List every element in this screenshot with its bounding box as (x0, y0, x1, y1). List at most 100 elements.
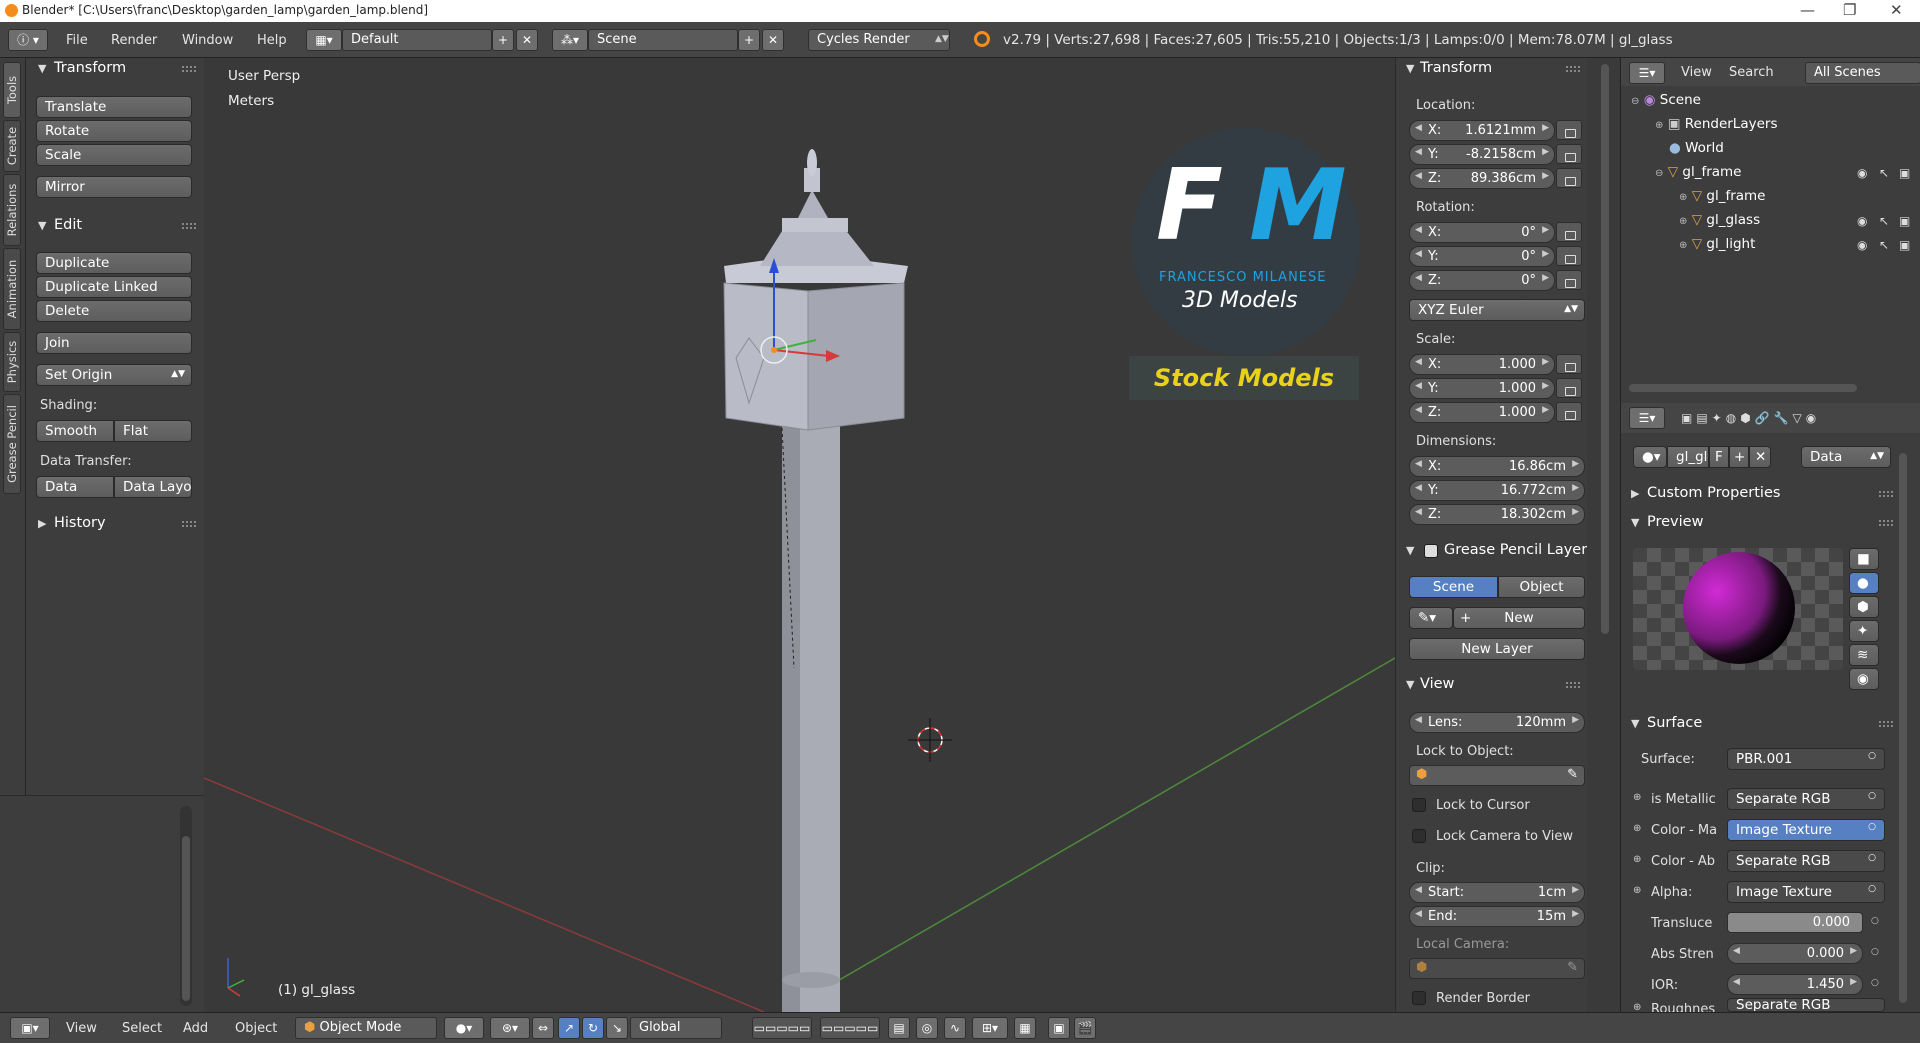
3d-viewport[interactable]: User Persp Meters (1) gl_glass F M FRANC… (204, 58, 1395, 1012)
dimensions-z-field[interactable]: ◀ Z: 18.302cm ▶ (1409, 504, 1585, 525)
preview-header[interactable]: ▼ Preview (1621, 512, 1901, 534)
preview-flat-icon[interactable]: ■ (1849, 548, 1879, 570)
lock-to-cursor-checkbox[interactable] (1412, 798, 1426, 812)
close-button[interactable]: ✕ (1890, 1, 1903, 19)
remove-layout-icon[interactable]: ✕ (516, 29, 538, 51)
rotation-y-field[interactable]: ◀ Y: 0° ▶ (1409, 246, 1555, 267)
outliner-item-gl-frame-child[interactable]: ⊕ ▽ gl_frame (1679, 188, 1765, 204)
tab-physics[interactable]: Physics (3, 332, 21, 392)
add-layout-icon[interactable]: + (492, 29, 514, 51)
drag-handle-icon[interactable] (182, 521, 196, 527)
lock-icon[interactable] (1556, 402, 1582, 422)
outliner-editor-icon[interactable]: ☰▾ (1629, 62, 1665, 84)
rotation-mode-select[interactable]: XYZ Euler ▲▼ (1409, 299, 1585, 321)
select-cursor-icon[interactable]: ↖ (1879, 238, 1889, 252)
render-camera-icon[interactable]: ▣ (1899, 238, 1910, 252)
menu-file[interactable]: File (66, 33, 88, 48)
drag-handle-icon[interactable] (1879, 721, 1893, 727)
editor-type-info-icon[interactable]: ⓘ ▾ (8, 29, 48, 51)
scale-button[interactable]: Scale (36, 144, 192, 166)
is-metallic-input[interactable]: Separate RGB ○ (1727, 788, 1885, 810)
data-layout-button[interactable]: Data Layo (114, 476, 192, 498)
material-name-field[interactable]: gl_gla (1667, 446, 1709, 468)
outliner-item-gl-glass[interactable]: ⊕ ▽ gl_glass (1679, 212, 1760, 228)
drag-handle-icon[interactable] (1566, 66, 1580, 72)
outliner-display-mode[interactable]: All Scenes (1805, 62, 1920, 84)
lock-icon[interactable] (1556, 354, 1582, 374)
scale-manipulator-icon[interactable]: ↘ (606, 1017, 628, 1039)
scale-z-field[interactable]: ◀ Z: 1.000 ▶ (1409, 402, 1555, 423)
maximize-button[interactable]: ❐ (1843, 1, 1856, 19)
fake-user-button[interactable]: F (1709, 446, 1729, 468)
surface-shader-select[interactable]: PBR.001 ○ (1727, 748, 1885, 770)
render-border-checkbox[interactable] (1412, 991, 1426, 1005)
layer-lock-icon[interactable]: ▤ (888, 1017, 910, 1039)
preview-monkey-icon[interactable]: ✦ (1849, 620, 1879, 642)
minimize-button[interactable]: — (1800, 1, 1815, 19)
footer-add-menu[interactable]: Add (183, 1021, 208, 1036)
edit-panel-header[interactable]: ▼ Edit (26, 215, 204, 237)
render-animation-icon[interactable]: 🎬 (1074, 1017, 1096, 1039)
outliner-item-gl-light[interactable]: ⊕ ▽ gl_light (1679, 236, 1755, 252)
outliner-view-menu[interactable]: View (1681, 65, 1712, 80)
grease-scene-tab[interactable]: Scene (1409, 576, 1498, 598)
tab-relations[interactable]: Relations (3, 174, 21, 246)
properties-context-icons[interactable]: ▣▤✦◍⬢🔗🔧▽◉ (1681, 411, 1820, 425)
grease-object-tab[interactable]: Object (1498, 576, 1585, 598)
material-browse-icon[interactable]: ●▾ (1633, 446, 1667, 468)
clip-start-field[interactable]: ◀ Start: 1cm ▶ (1409, 882, 1585, 903)
eyedropper-icon[interactable]: ✎ (1567, 960, 1578, 975)
surface-header[interactable]: ▼ Surface (1621, 713, 1901, 735)
custom-properties-header[interactable]: ▶ Custom Properties (1621, 483, 1901, 505)
scrollbar-thumb[interactable] (182, 836, 190, 1001)
render-camera-icon[interactable]: ▣ (1899, 166, 1910, 180)
layers-grid-a[interactable]: ▭▭▭▭▭ (752, 1017, 812, 1039)
rotation-x-field[interactable]: ◀ X: 0° ▶ (1409, 222, 1555, 243)
outliner-item-world[interactable]: ● World (1669, 140, 1724, 156)
transform-panel-header[interactable]: ▼ Transform (1396, 58, 1588, 80)
snap-icon[interactable]: ⊞▾ (972, 1017, 1008, 1039)
menu-window[interactable]: Window (182, 33, 233, 48)
location-x-field[interactable]: ◀ X: 1.6121mm ▶ (1409, 120, 1555, 141)
lock-icon[interactable] (1556, 120, 1582, 140)
snap-target-icon[interactable]: ▦ (1014, 1017, 1036, 1039)
screen-layout-field[interactable]: Default (342, 29, 492, 51)
dimensions-y-field[interactable]: ◀ Y: 16.772cm ▶ (1409, 480, 1585, 501)
mode-select[interactable]: ⬢ Object Mode (295, 1017, 437, 1039)
node-socket-icon[interactable]: ○ (1871, 978, 1879, 988)
preview-cube-icon[interactable]: ⬢ (1849, 596, 1879, 618)
layers-grid-b[interactable]: ▭▭▭▭▭ (820, 1017, 880, 1039)
scale-x-field[interactable]: ◀ X: 1.000 ▶ (1409, 354, 1555, 375)
expand-socket-icon[interactable]: ⊕ (1633, 885, 1641, 896)
drag-handle-icon[interactable] (182, 66, 196, 72)
smooth-shading-button[interactable]: Smooth (36, 420, 114, 442)
pivot-point-icon[interactable]: ⊛▾ (490, 1017, 530, 1039)
grease-new-button[interactable]: + New (1453, 607, 1585, 629)
footer-select-menu[interactable]: Select (122, 1021, 162, 1036)
lock-icon[interactable] (1556, 222, 1582, 242)
screen-layout-icon[interactable]: ▦▾ (306, 29, 342, 51)
roughness-input[interactable]: Separate RGB (1727, 998, 1885, 1012)
outliner-item-renderlayers[interactable]: ⊕ ▣ RenderLayers (1655, 116, 1777, 132)
render-engine-select[interactable]: Cycles Render (808, 29, 950, 51)
orientation-select[interactable]: Global (630, 1017, 722, 1039)
join-button[interactable]: Join (36, 332, 192, 354)
local-camera-field[interactable]: ⬢ ✎ (1409, 958, 1585, 979)
set-origin-select[interactable]: Set Origin ▲▼ (36, 364, 192, 386)
footer-view-menu[interactable]: View (66, 1021, 97, 1036)
view-panel-header[interactable]: ▼ View (1396, 674, 1588, 696)
tab-grease-pencil[interactable]: Grease Pencil (3, 394, 21, 494)
lock-object-field[interactable]: ⬢ ✎ (1409, 765, 1585, 786)
properties-editor-icon[interactable]: ☰▾ (1629, 407, 1665, 429)
lock-icon[interactable] (1556, 270, 1582, 290)
location-y-field[interactable]: ◀ Y: -8.2158cm ▶ (1409, 144, 1555, 165)
color-ab-input[interactable]: Separate RGB ○ (1727, 850, 1885, 872)
translucency-field[interactable]: 0.000 (1727, 912, 1863, 933)
duplicate-button[interactable]: Duplicate (36, 252, 192, 274)
unlink-material-icon[interactable]: ✕ (1749, 446, 1771, 468)
drag-handle-icon[interactable] (1879, 520, 1893, 526)
transform-panel-header[interactable]: ▼ Transform (26, 58, 204, 80)
viewport-shading-icon[interactable]: ●▾ (444, 1017, 484, 1039)
scrollbar[interactable] (180, 806, 192, 1006)
visibility-eye-icon[interactable]: ◉ (1857, 214, 1867, 228)
